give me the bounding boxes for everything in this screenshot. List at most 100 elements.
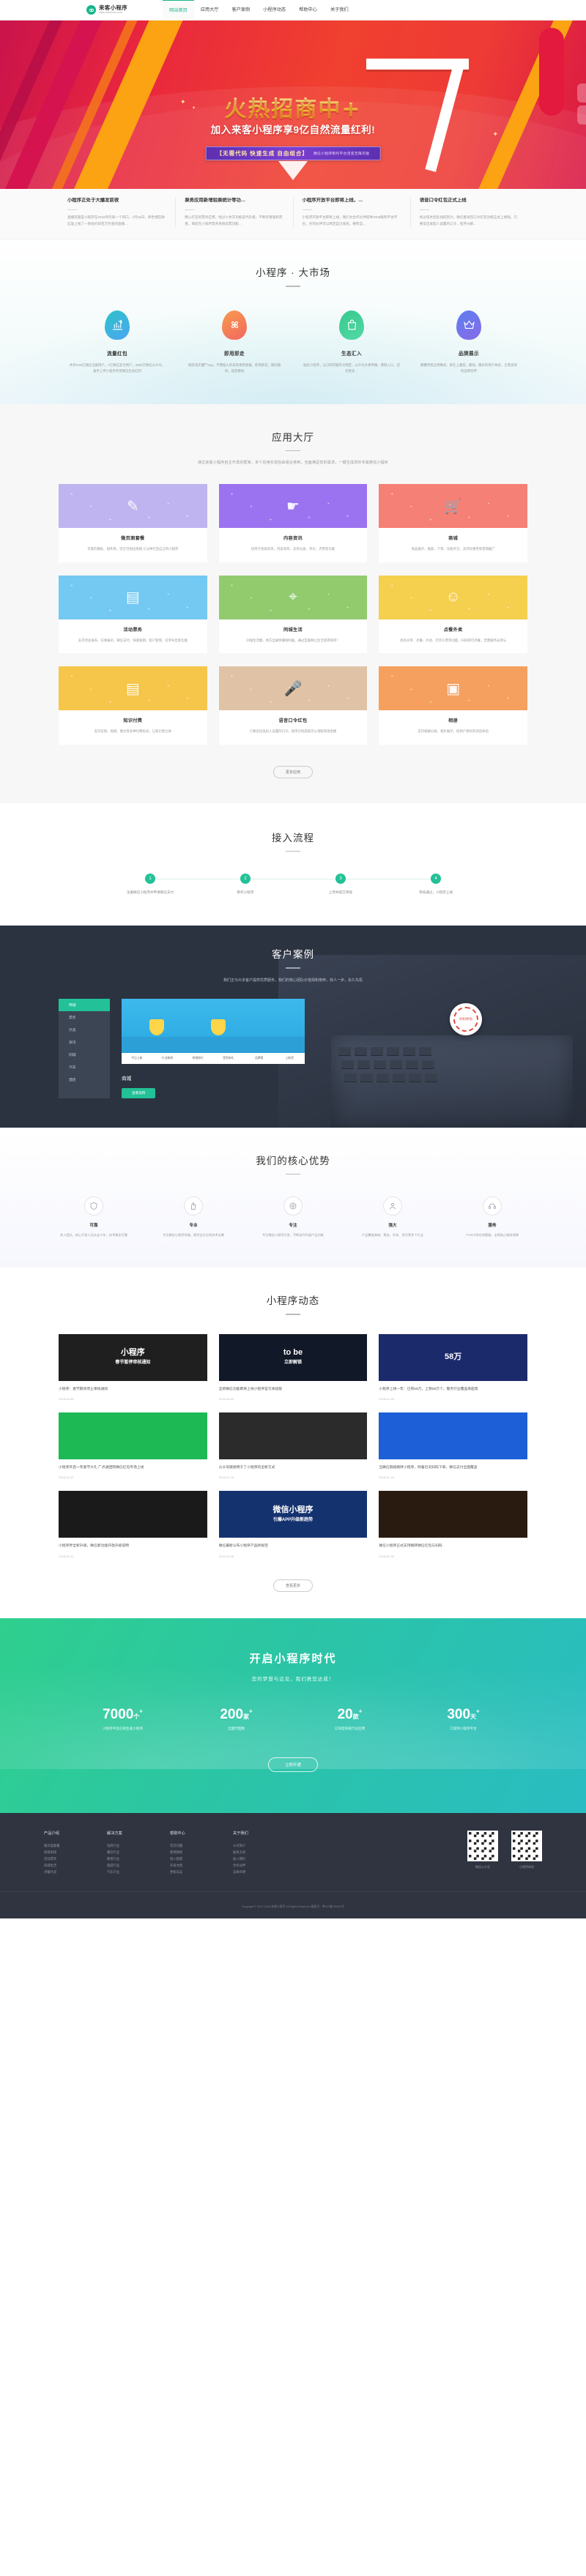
qr-badge[interactable]: 扫码体验 [450, 1002, 482, 1035]
footer-link[interactable]: 更新日志 [170, 1869, 233, 1875]
app-card-desc: 支持活动发布、在线报名、微信支付、快速核销、客户管理、名单导出等功能 [78, 638, 188, 642]
news-ticker-item[interactable]: 票务应用新增验票统计等功… 精心打造的票务应用，经过十余次功能迭代升级，不断的增… [176, 198, 294, 228]
footer-link[interactable]: 联系方式 [233, 1849, 296, 1855]
case-tab[interactable]: 行业新闻 [152, 1053, 183, 1064]
market-title: 小程序 · 大市场 [256, 267, 330, 279]
app-card[interactable]: ✛ ✦ ✛ ✦ ✛ ✦ ✛ ▤ 活动票务 支持活动发布、在线报名、微信支付、快速核销、客户管… [59, 575, 207, 654]
news-card[interactable]: to be 立即解锁 全新微信功能即将上线小程序官方体验版 2018-02-02 [218, 1333, 368, 1401]
app-card[interactable]: ✛ ✦ ✛ ✦ ✛ ✦ ✛ ▤ 知识付费 支持音频、视频、图文等多种付费形式，让知识更立体 [59, 666, 207, 745]
app-card[interactable]: ✛ ✦ ✛ ✦ ✛ ✦ ✛ ▣ 相册 支持相册分类、相片展示，给用户更好的浏览体验 [379, 666, 527, 745]
cta-stat-unit: 个 [133, 1713, 140, 1720]
news-thumbnail: 58万 [379, 1333, 527, 1381]
news-card[interactable]: 微信小程序 引爆APP升级新趋势 微信最新公布小程序产品新规范 2018-01-… [218, 1491, 368, 1558]
case-menu-item[interactable]: 汽车 [59, 1061, 110, 1073]
more-news-button[interactable]: 查看更多 [272, 1579, 313, 1592]
footer-link[interactable]: 开发文档 [170, 1862, 233, 1869]
qr-caption: 小程序体验 [519, 1864, 534, 1869]
case-tab[interactable]: 今日上新 [122, 1053, 152, 1064]
app-card[interactable]: ✛ ✦ ✛ ✦ ✛ ✦ ✛ ✎ 微页面套餐 丰富的模板、组件库，完全可视化拖拽 三分钟打造自… [59, 484, 207, 562]
news-ticker-desc: 小程序开放平台即将上线，我们为合作伙伴提供OEM版和平台平台，合作伙伴可以绑定自… [302, 215, 398, 226]
case-tab[interactable]: 上新货 [274, 1053, 305, 1064]
nav-item-home[interactable]: 网站首页 [163, 0, 194, 21]
cta-stat: 300天+ 工程师小程序平台 [407, 1707, 520, 1731]
footer-link[interactable]: 旅游行业 [107, 1862, 170, 1869]
app-card[interactable]: ✛ ✦ ✛ ✦ ✛ ✦ ✛ 🛒 商城 商品展示、搜索、下单、功能齐全，支持优惠券等营销推广 [379, 484, 527, 562]
activate-button[interactable]: 立即开通 [268, 1757, 318, 1772]
case-tab[interactable]: 品牌馆 [244, 1053, 275, 1064]
news-ticker-item[interactable]: 小程序正处于大爆发前夜 直播答题是小程序在2018年的第一个风口。1月18日，新… [59, 198, 177, 228]
case-menu-item[interactable]: 同城 [59, 1049, 110, 1061]
footer-link[interactable]: 合作伙伴 [233, 1862, 296, 1869]
news-thumbnail [218, 1412, 368, 1459]
news-card-date: 2018-02-05 [59, 1396, 74, 1401]
app-hall-desc: 通过来客小程序自主开发的框架，多个应用实现自由组合使用，全面满足您的需求，一键生… [197, 461, 388, 466]
footer-link[interactable]: 活动票务 [44, 1855, 107, 1862]
app-card[interactable]: ✛ ✦ ✛ ✦ ✛ ✦ ✛ ☛ 内容资讯 适用于各类资讯、内容发布，支持分类、评论、点赞等功… [218, 484, 368, 562]
footer-link[interactable]: 公司简介 [233, 1842, 296, 1849]
news-card[interactable]: 小程序 春节暂停审核通知 小程序：春节期间停止审核通知 2018-02-05 [59, 1333, 207, 1401]
news-card[interactable]: 公众号链接用于了小程序的全新方式 2018-01-18 [218, 1412, 368, 1480]
footer-link[interactable]: 商城系统 [44, 1849, 107, 1855]
side-contact-tab[interactable] [577, 83, 586, 103]
app-card[interactable]: ✛ ✦ ✛ ✦ ✛ ✦ ✛ ☺ 点餐外卖 具有买单、点餐、外卖、打印小票等功能，扫码即可点餐… [379, 575, 527, 654]
nav-item-apps[interactable]: 应用大厅 [194, 0, 226, 21]
footer-link[interactable]: 加入我们 [233, 1855, 296, 1862]
market-item: 生态汇入 贴近小程序，与订阅可服务号绑定，公众号文章传播，增值入口，还有更多… [293, 310, 410, 375]
site-logo[interactable]: 来客小程序 www.laikecms.com [86, 5, 127, 15]
footer-link[interactable]: 电商行业 [107, 1842, 170, 1849]
case-menu-item[interactable]: 票务 [59, 1011, 110, 1024]
footer-link[interactable]: 教育行业 [107, 1855, 170, 1862]
app-thumbnail: ✛ ✦ ✛ ✦ ✛ ✦ ✛ ▤ [59, 666, 207, 711]
news-ticker-item[interactable]: 语音口令红包正式上线 经过技术团队加班努力，微信版语音口令红包功能正式上线啦，只… [411, 198, 527, 227]
view-case-button[interactable]: 查看案例 [122, 1087, 156, 1098]
news-thumbnail: 小程序 春节暂停审核通知 [59, 1333, 207, 1381]
case-menu-item[interactable]: 商城 [59, 998, 110, 1011]
banner-title: 火热招商中+ [0, 91, 586, 123]
book-icon: ▤ [125, 680, 140, 697]
news-card-date: 2018-01-08 [218, 1554, 234, 1558]
news-card[interactable]: 微信小程序正式支持跳转微信红包与扫码 2018-01-05 [379, 1491, 527, 1558]
market-section: 小程序 · 大市场 流量红包 共享9.85亿微信注册用户，7亿微信支付用户，20… [0, 239, 586, 404]
footer-link[interactable]: 餐饮行业 [107, 1849, 170, 1855]
news-ticker-item[interactable]: 小程序开放平台即将上线，… 小程序开放平台即将上线，我们为合作伙伴提供OEM版和… [294, 198, 411, 228]
case-menu-item[interactable]: 资讯 [59, 1036, 110, 1049]
banner-badge-note: 微信小程序制作平台百变无限可能 [313, 152, 370, 156]
news-card[interactable]: 小程序开启一年春节大礼 广点通团购微信红包专场上线 2018-01-20 [59, 1412, 207, 1480]
news-card[interactable]: 58万 小程序上线一年：已有58万，上架58万个，服务行业覆盖率超高 2018-… [379, 1333, 527, 1401]
app-thumbnail: ✛ ✦ ✛ ✦ ✛ ✦ ✛ ☛ [218, 484, 368, 529]
footer-link[interactable]: 汽车行业 [107, 1869, 170, 1875]
cta-stat-sup: + [358, 1708, 363, 1715]
banner-subtitle: 加入来客小程序享9亿自然流量红利! [210, 124, 376, 135]
nav-item-help[interactable]: 帮助中心 [292, 0, 324, 21]
nav-item-cases[interactable]: 客户案例 [226, 0, 257, 21]
news-card[interactable]: 当微信链接跳转小程序，附着近况扫码下单，微信支付全面覆盖 2018-01-15 [379, 1412, 527, 1480]
more-apps-button[interactable]: 更多应用 [272, 766, 313, 778]
case-menu-item[interactable]: 酒店 [59, 1073, 110, 1086]
footer-column: 帮助中心 常见问题 使用教程 接入指南 开发文档 更新日志 [170, 1831, 233, 1875]
side-contact-tab-2[interactable] [577, 105, 586, 124]
flow-step-label: 上传并提交审核 [328, 890, 353, 895]
app-card[interactable]: ✛ ✦ ✛ ✦ ✛ ✦ ✛ ⌖ 同城生活 同城生活圈，地方自媒体赚钱利器，通过互联网让生活变… [218, 575, 368, 654]
footer-link[interactable]: 点餐外卖 [44, 1869, 107, 1875]
footer-link[interactable]: 法律声明 [233, 1869, 296, 1875]
news-card[interactable]: 小程序界全新升级，微信新功能开放升级说明 2018-01-10 [59, 1491, 207, 1558]
footer-link[interactable]: 微页面套餐 [44, 1842, 107, 1849]
case-menu-item[interactable]: 外卖 [59, 1024, 110, 1036]
app-card[interactable]: ✛ ✦ ✛ ✦ ✛ ✦ ✛ 🎤 语音口令红包 只要说出发起人设置的口令，程序识别后就可以领取… [218, 666, 368, 745]
news-thumbnail: 微信小程序 引爆APP升级新趋势 [218, 1491, 368, 1538]
advantage-name: 专业 [189, 1224, 198, 1229]
app-hall-title: 应用大厅 [272, 431, 314, 443]
case-name: 商城 [122, 1076, 132, 1082]
nav-item-about[interactable]: 关于我们 [324, 0, 355, 21]
flow-step-number: 4 [431, 874, 441, 885]
footer-column-heading: 关于我们 [233, 1831, 248, 1836]
nav-item-news[interactable]: 小程序动态 [256, 0, 292, 21]
footer-link[interactable]: 同城生活 [44, 1862, 107, 1869]
flow-step-label: 审核通过，小程序上线 [419, 890, 453, 895]
footer-link[interactable]: 使用教程 [170, 1849, 233, 1855]
footer-link[interactable]: 常见问题 [170, 1842, 233, 1849]
footer-link[interactable]: 接入指南 [170, 1855, 233, 1862]
flow-section: 接入流程 1 注册微信小程序并申请微信支付 2 制作小程序 3 上传并提交审核 … [0, 803, 586, 926]
case-tab[interactable]: 签到有礼 [213, 1053, 244, 1064]
case-tab[interactable]: 热销排行 [182, 1053, 213, 1064]
